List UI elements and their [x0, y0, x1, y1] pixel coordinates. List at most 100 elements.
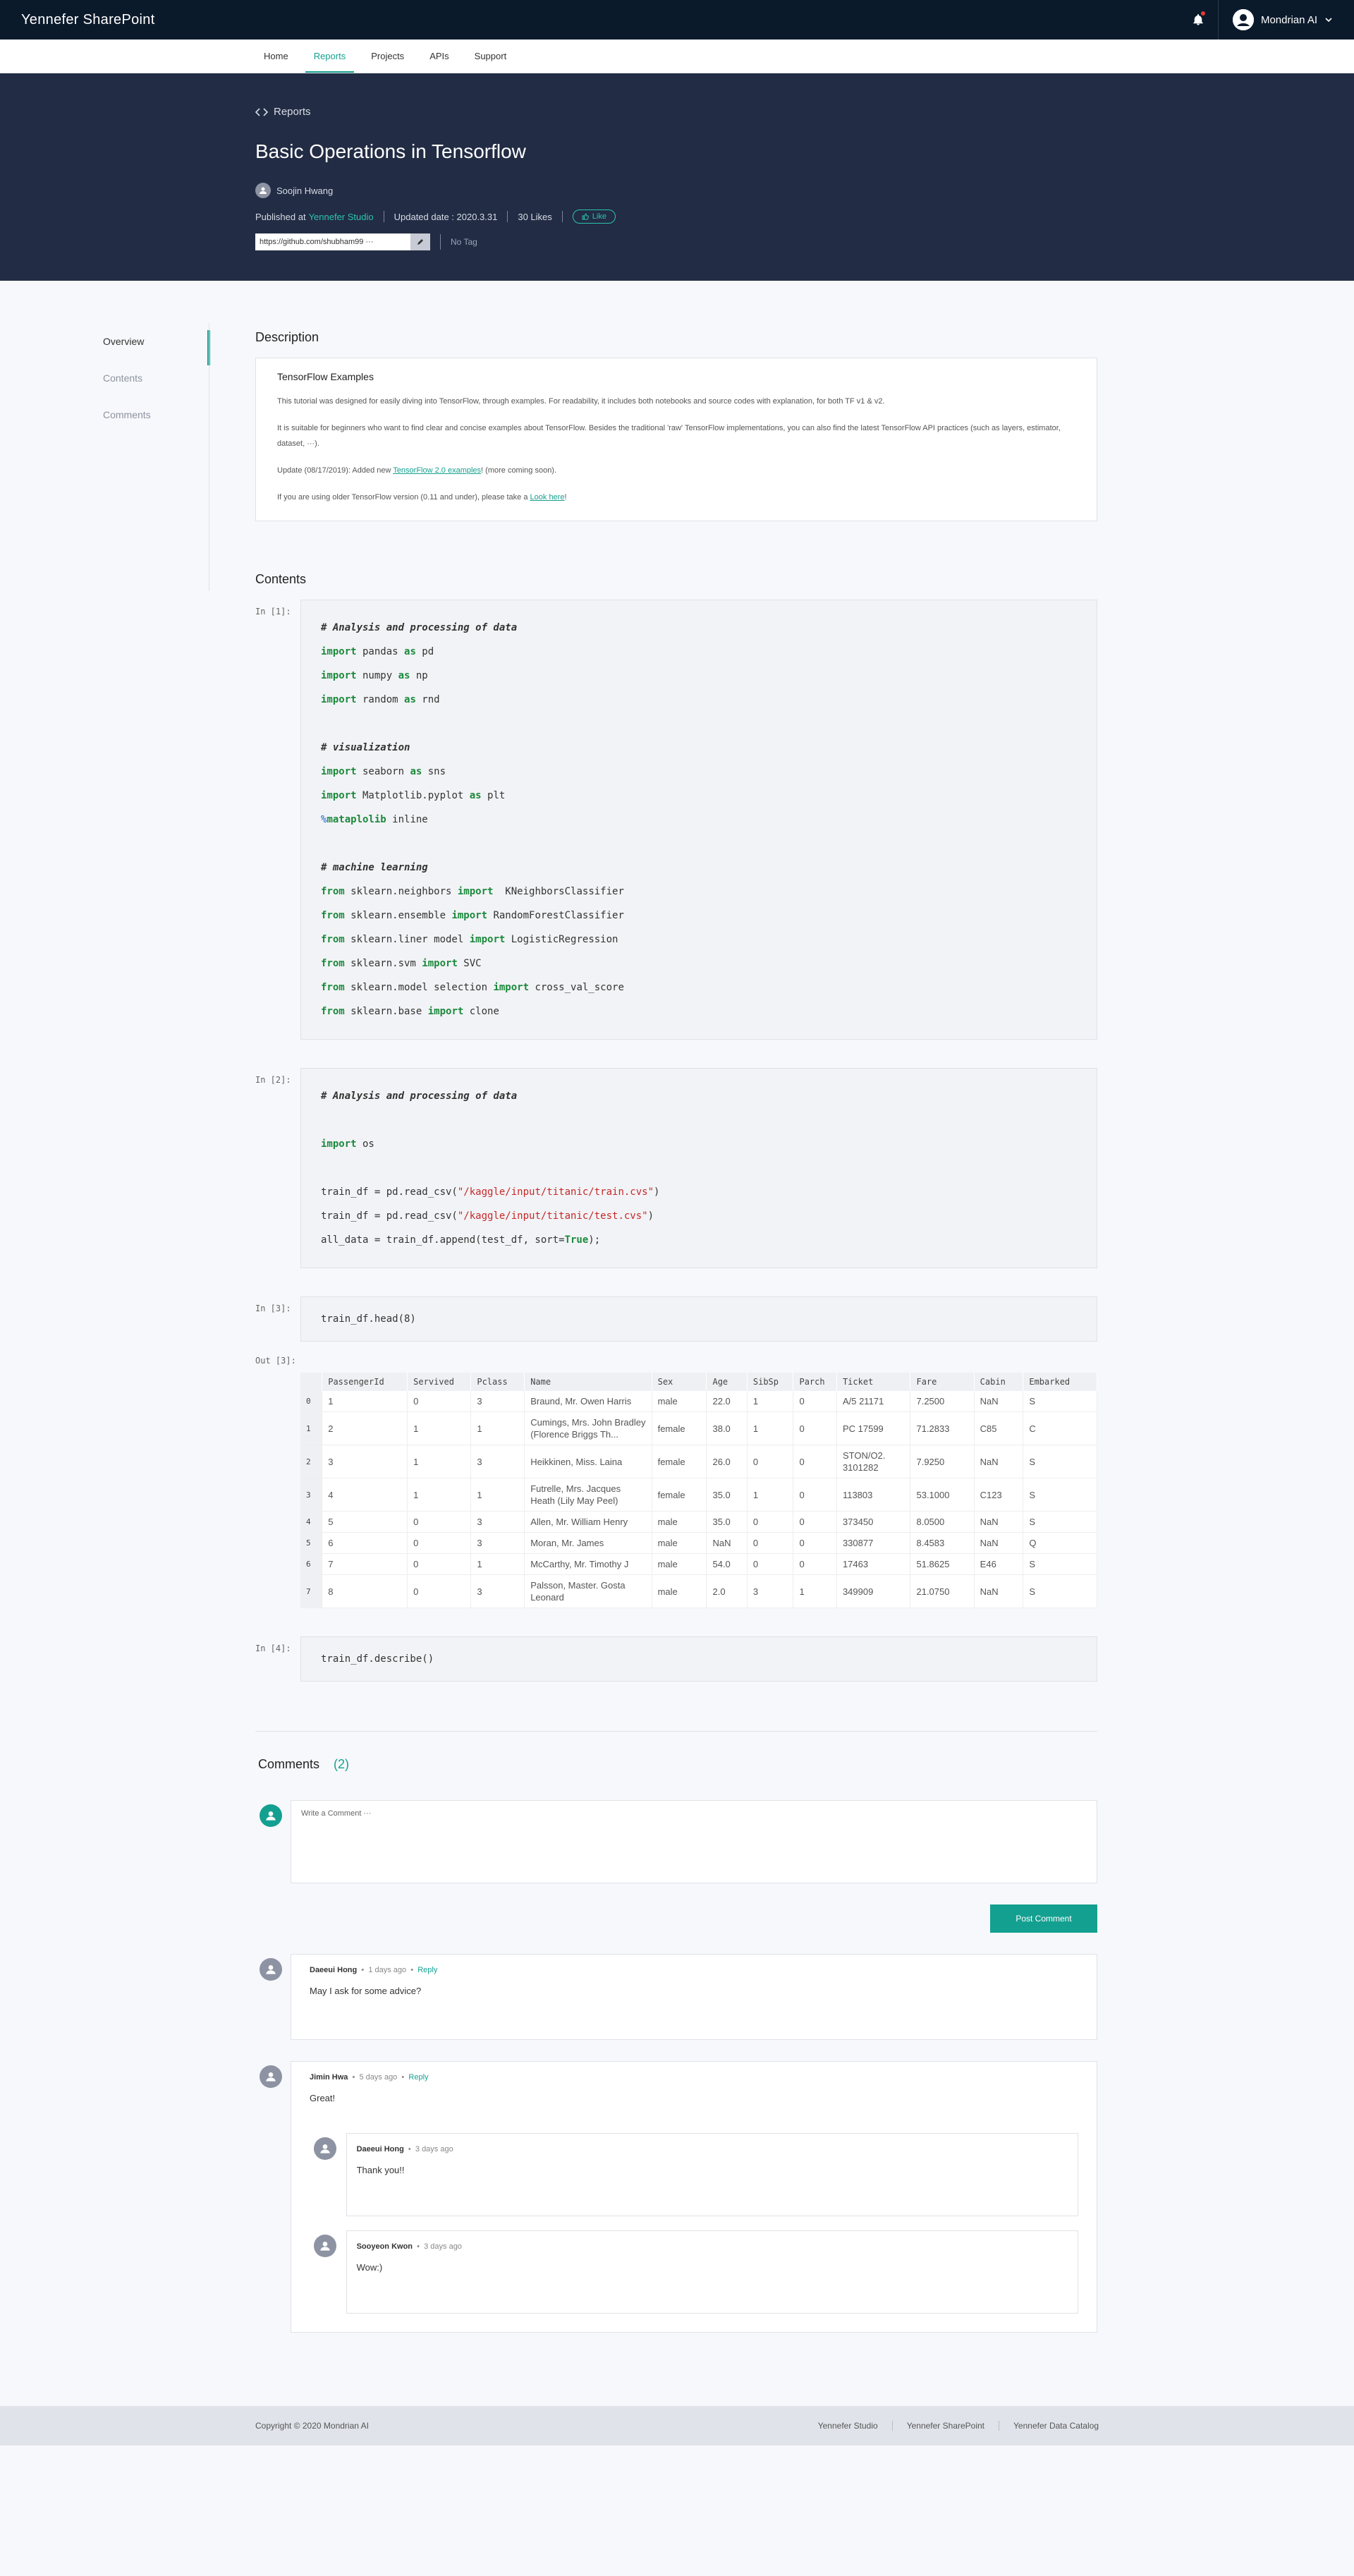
table-cell: C [1023, 1411, 1097, 1445]
column-header: Pclass [470, 1373, 525, 1391]
table-cell: 0 [747, 1532, 794, 1554]
code-token: LogisticRegression [505, 934, 618, 945]
table-cell: Moran, Mr. James [524, 1532, 652, 1554]
code-token: all_data = train_df.append(test_df, sort… [321, 1234, 565, 1246]
pencil-icon [417, 239, 423, 245]
text: ! (more coming soon). [481, 466, 557, 475]
column-header: Name [524, 1373, 652, 1391]
code-token: as [410, 766, 422, 777]
table-cell: 1 [470, 1411, 525, 1445]
published-at-link[interactable]: Yennefer Studio [309, 212, 374, 222]
top-bar-actions: Mondrian AI [1178, 0, 1333, 40]
reply-button[interactable]: Reply [408, 2073, 428, 2082]
github-url-field[interactable]: https://github.com/shubham99 ··· [255, 233, 410, 250]
table-cell: 0 [793, 1532, 837, 1554]
comment-item: Daeeui Hong • 1 days ago • Reply May I a… [255, 1954, 1097, 2040]
user-menu[interactable]: Mondrian AI [1217, 0, 1333, 40]
reply-time: 3 days ago [424, 2242, 462, 2251]
column-header: Parch [793, 1373, 837, 1391]
reply-time: 3 days ago [415, 2145, 453, 2153]
table-cell: Heikkinen, Miss. Laina [524, 1445, 652, 1478]
likes-count: 30 Likes [518, 211, 552, 222]
code-token: SVC [457, 958, 482, 969]
code-token: ) [647, 1210, 654, 1222]
footer-link-sharepoint[interactable]: Yennefer SharePoint [891, 2421, 999, 2431]
table-cell: 4 [322, 1478, 408, 1512]
table-cell: 1 [407, 1478, 472, 1512]
comment-input[interactable]: Write a Comment ··· [291, 1800, 1097, 1883]
nav-item-apis[interactable]: APIs [421, 51, 457, 73]
column-header: Age [706, 1373, 748, 1391]
table-cell: male [652, 1574, 707, 1608]
code-block[interactable]: train_df.head(8) [300, 1296, 1097, 1342]
nav-item-home[interactable]: Home [255, 51, 297, 73]
table-cell: 7 [300, 1574, 323, 1608]
current-user-avatar-icon [260, 1804, 282, 1827]
sidenav-item-overview[interactable]: Overview [103, 323, 210, 365]
footer-link-data-catalog[interactable]: Yennefer Data Catalog [999, 2421, 1099, 2431]
reply-button[interactable]: Reply [417, 1966, 437, 1974]
user-name: Mondrian AI [1260, 13, 1317, 26]
nav-item-support[interactable]: Support [466, 51, 516, 73]
look-here-link[interactable]: Look here [530, 493, 565, 502]
nav-item-projects[interactable]: Projects [362, 51, 413, 73]
tf2-examples-link[interactable]: TensorFlow 2.0 examples [393, 466, 481, 475]
footer-link-studio[interactable]: Yennefer Studio [804, 2421, 892, 2431]
table-cell: 0 [793, 1445, 837, 1478]
page-title: Basic Operations in Tensorflow [255, 140, 526, 162]
table-cell: 0 [793, 1411, 837, 1445]
code-line: import numpy as np [321, 664, 1077, 688]
code-token: ); [588, 1234, 601, 1246]
top-bar: Yennefer SharePoint Mondrian AI [0, 0, 1354, 40]
edit-url-button[interactable] [410, 233, 430, 250]
table-cell: 21.0750 [910, 1574, 975, 1608]
dataframe-table: PassengerId Servived Pclass Name Sex Age SibSp… [300, 1373, 1097, 1608]
footer: Copyright © 2020 Mondrian AI Yennefer St… [0, 2406, 1354, 2446]
code-token: as [398, 670, 410, 681]
code-block[interactable]: # Analysis and processing of data import … [300, 600, 1097, 1040]
table-cell: S [1023, 1511, 1097, 1533]
table-row: 3 4 1 1 Futrelle, Mrs. Jacques Heath (Lily M… [300, 1478, 1097, 1512]
table-cell: 51.8625 [910, 1553, 975, 1575]
table-cell: S [1023, 1553, 1097, 1575]
table-cell: 0 [300, 1391, 323, 1412]
table-cell: 6 [300, 1553, 323, 1575]
description-paragraph: If you are using older TensorFlow versio… [277, 490, 1075, 505]
code-block[interactable]: train_df.describe() [300, 1636, 1097, 1682]
report-meta: Published at Yennefer Studio Updated dat… [255, 209, 1354, 224]
table-cell: male [652, 1511, 707, 1533]
table-cell: 0 [407, 1391, 472, 1412]
like-button[interactable]: Like [572, 209, 616, 224]
back-link[interactable]: Reports [255, 106, 1354, 118]
table-cell: 330877 [836, 1532, 911, 1554]
nav-item-reports[interactable]: Reports [305, 51, 355, 73]
table-cell: STON/O2. 3101282 [836, 1445, 911, 1478]
code-token: import [321, 790, 357, 801]
copyright: Copyright © 2020 Mondrian AI [255, 2421, 369, 2431]
sidenav-item-comments[interactable]: Comments [103, 396, 210, 433]
table-cell: 373450 [836, 1511, 911, 1533]
column-header: Servived [407, 1373, 472, 1391]
code-line: train_df.describe() [321, 1653, 434, 1665]
table-cell: 0 [793, 1478, 837, 1512]
code-token: # Analysis and processing of data [321, 1090, 518, 1102]
notification-button[interactable] [1178, 0, 1218, 40]
table-cell: 4 [300, 1511, 323, 1533]
user-avatar-icon [1232, 9, 1254, 30]
code-block[interactable]: # Analysis and processing of data import … [300, 1068, 1097, 1268]
table-cell: 8.4583 [910, 1532, 975, 1554]
reply-item: Daeeui Hong • 3 days ago Thank you!! [310, 2133, 1078, 2216]
code-line: # Analysis and processing of data [321, 1084, 1077, 1108]
table-cell: 1 [322, 1391, 408, 1412]
code-token: sklearn.neighbors [344, 886, 458, 897]
table-cell: 113803 [836, 1478, 911, 1512]
main-content: Description TensorFlow Examples This tut… [255, 323, 1097, 2333]
code-line: train_df = pd.read_csv("/kaggle/input/ti… [321, 1204, 1077, 1228]
table-cell: NaN [974, 1391, 1024, 1412]
brand-logo[interactable]: Yennefer SharePoint [21, 12, 155, 28]
comment-time: 1 days ago [368, 1966, 407, 1974]
column-header: Sex [652, 1373, 707, 1391]
post-comment-button[interactable]: Post Comment [990, 1904, 1097, 1933]
sidenav-item-contents[interactable]: Contents [103, 360, 210, 396]
